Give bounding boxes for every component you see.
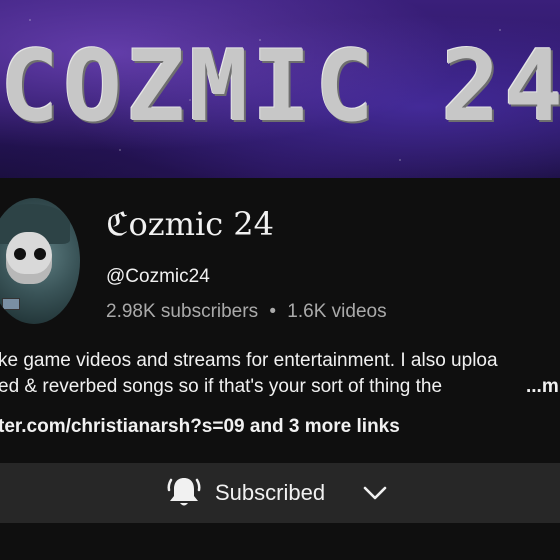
description-line-2-wrap: ed & reverbed songs so if that's your so… — [0, 374, 560, 400]
description-fade — [458, 374, 522, 400]
subscribed-label: Subscribed — [215, 480, 326, 505]
more-link[interactable]: ...m — [522, 374, 559, 400]
channel-avatar[interactable] — [0, 198, 80, 324]
channel-description[interactable]: ke game videos and streams for entertain… — [0, 348, 560, 400]
video-count: 1.6K videos — [287, 301, 387, 322]
chevron-down-icon — [363, 486, 387, 500]
channel-links[interactable]: ter.com/christianarsh?s=09 and 3 more li… — [0, 416, 400, 438]
avatar-skull-mask — [6, 232, 52, 284]
channel-stats: 2.98K subscribers • 1.6K videos — [106, 301, 387, 323]
description-line-1: ke game videos and streams for entertain… — [0, 350, 498, 371]
channel-banner: COZMIC 24 — [0, 0, 560, 178]
banner-title: COZMIC 24 — [0, 30, 560, 144]
avatar-eye — [14, 248, 26, 260]
subscriber-count: 2.98K subscribers — [106, 301, 259, 322]
stats-separator: • — [269, 301, 277, 322]
channel-name: ℭozmic 24 — [106, 205, 275, 243]
description-line-2: ed & reverbed songs so if that's your so… — [0, 376, 443, 397]
channel-handle: @Cozmic24 — [106, 266, 210, 287]
avatar-eye — [34, 248, 46, 260]
bell-icon — [167, 478, 201, 506]
avatar-flag-patch — [2, 298, 20, 310]
